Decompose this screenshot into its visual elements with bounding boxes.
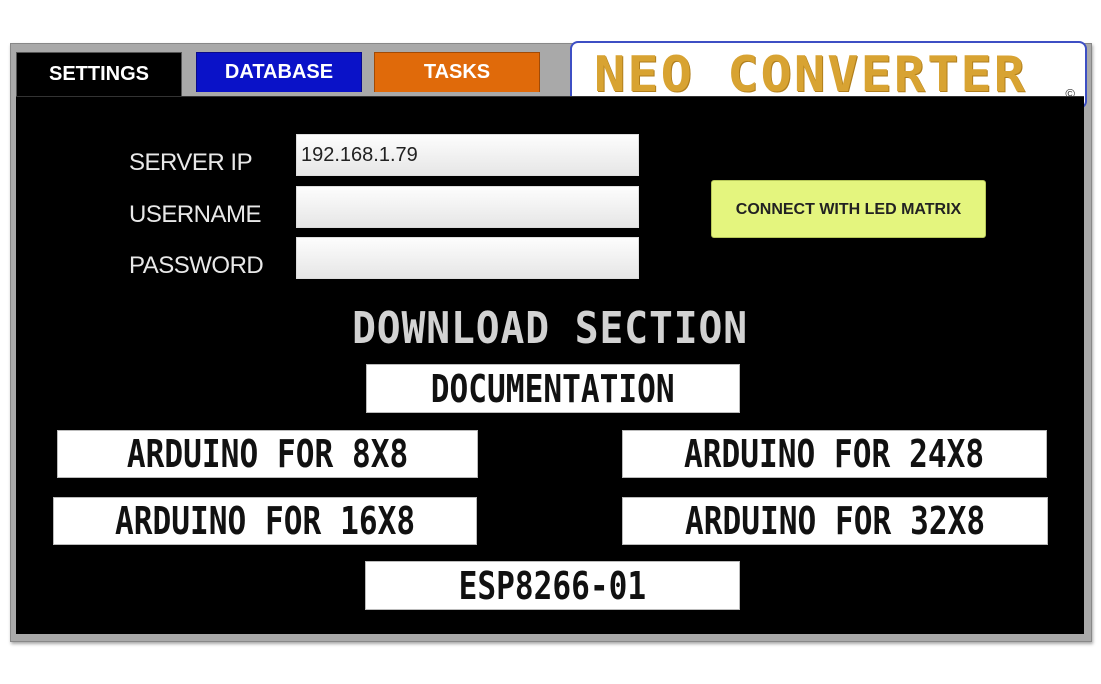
tab-settings[interactable]: SETTINGS	[16, 52, 182, 96]
arduino-8x8-label: ARDUINO FOR 8X8	[126, 432, 409, 476]
documentation-button[interactable]: DOCUMENTATION	[366, 364, 740, 413]
server-ip-label: SERVER IP	[129, 149, 253, 176]
arduino-16x8-label: ARDUINO FOR 16X8	[114, 499, 416, 543]
password-label: PASSWORD	[129, 252, 264, 279]
connect-led-matrix-button[interactable]: CONNECT WITH LED MATRIX	[711, 180, 986, 238]
esp8266-label: ESP8266-01	[458, 563, 647, 608]
arduino-32x8-button[interactable]: ARDUINO FOR 32X8	[622, 497, 1048, 545]
documentation-label: DOCUMENTATION	[431, 366, 675, 411]
arduino-32x8-label: ARDUINO FOR 32X8	[684, 499, 986, 543]
username-input[interactable]	[296, 186, 639, 228]
arduino-24x8-button[interactable]: ARDUINO FOR 24X8	[622, 430, 1047, 478]
username-label: USERNAME	[129, 201, 262, 228]
arduino-24x8-label: ARDUINO FOR 24X8	[684, 432, 985, 476]
server-ip-input[interactable]	[296, 134, 639, 176]
settings-panel: SERVER IP USERNAME PASSWORD CONNECT WITH…	[16, 96, 1084, 634]
download-section-title: DOWNLOAD SECTION	[352, 303, 748, 354]
password-input[interactable]	[296, 237, 639, 279]
arduino-8x8-button[interactable]: ARDUINO FOR 8X8	[57, 430, 478, 478]
esp8266-button[interactable]: ESP8266-01	[365, 561, 740, 610]
logo-title: NEO CONVERTER	[594, 46, 1027, 104]
arduino-16x8-button[interactable]: ARDUINO FOR 16X8	[53, 497, 477, 545]
tab-tasks[interactable]: TASKS	[374, 52, 540, 92]
app-window: SETTINGS DATABASE TASKS NEO CONVERTER © …	[10, 41, 1092, 642]
tab-database[interactable]: DATABASE	[196, 52, 362, 92]
